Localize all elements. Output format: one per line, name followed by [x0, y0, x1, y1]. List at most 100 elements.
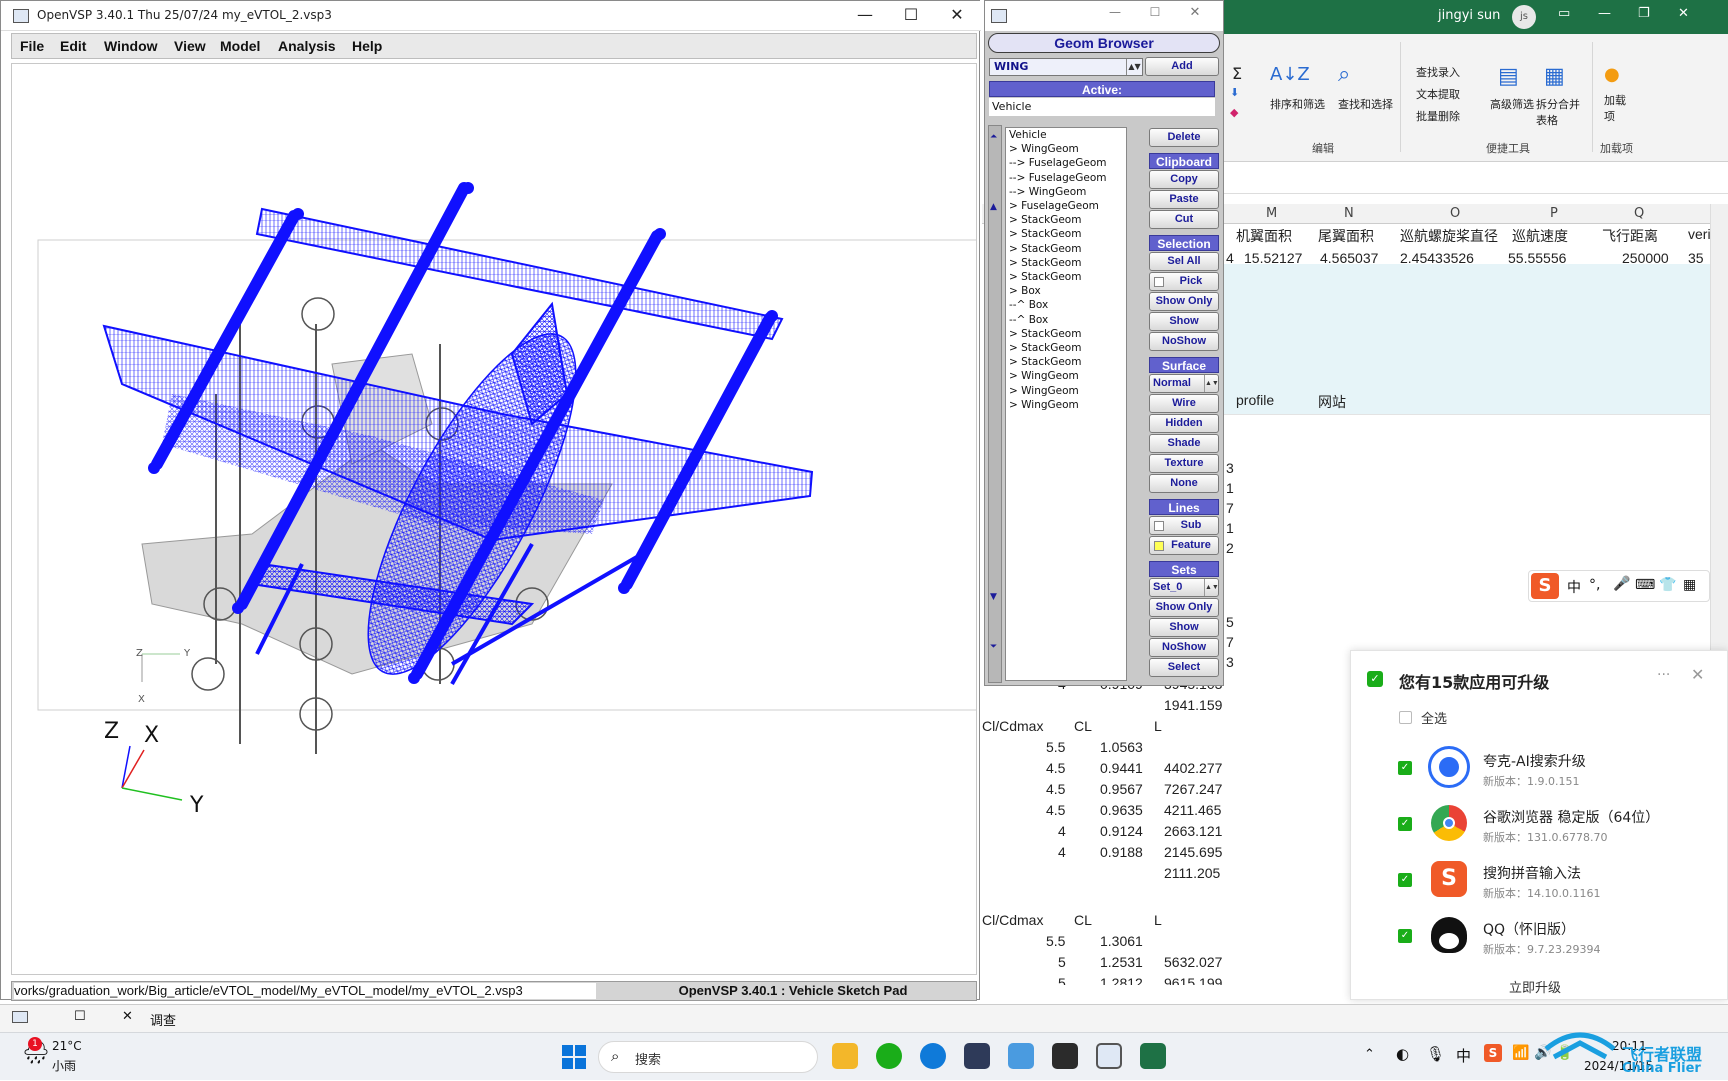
cell[interactable]: 4.565037: [1320, 250, 1378, 266]
tree-item[interactable]: --> WingGeom: [1006, 185, 1126, 199]
menu-view[interactable]: View: [174, 38, 206, 54]
sheet-tab[interactable]: 调查: [150, 1010, 176, 1029]
cell[interactable]: L: [1154, 912, 1162, 928]
cell[interactable]: 0.9188: [1100, 844, 1143, 860]
tree-scrollbar[interactable]: ⏶ ▲ ▼ ⏷: [988, 125, 1002, 683]
cell[interactable]: 2: [1226, 540, 1234, 556]
window-titlebar[interactable]: OpenVSP 3.40.1 Thu 25/07/24 my_eVTOL_2.v…: [1, 1, 981, 31]
select-all-button[interactable]: Sel All: [1149, 252, 1219, 271]
set-show-only-button[interactable]: Show Only: [1149, 598, 1219, 617]
column-header[interactable]: Q: [1634, 206, 1644, 221]
show-button[interactable]: Show: [1149, 312, 1219, 331]
find-select-button[interactable]: 查找和选择: [1338, 96, 1393, 112]
tree-item[interactable]: --^ Box: [1006, 298, 1126, 312]
tree-item[interactable]: > StackGeom: [1006, 341, 1126, 355]
tree-item[interactable]: > WingGeom: [1006, 142, 1126, 156]
ribbon-display-icon[interactable]: ▭: [1558, 6, 1570, 21]
cell[interactable]: 0.9441: [1100, 760, 1143, 776]
close-icon[interactable]: ✕: [1691, 665, 1704, 684]
cell[interactable]: veri: [1688, 226, 1711, 242]
ime-mode[interactable]: 中: [1567, 577, 1581, 597]
tree-item[interactable]: > WingGeom: [1006, 369, 1126, 383]
set-select[interactable]: Set_0 ▲▼: [1149, 578, 1219, 597]
addin-button[interactable]: 加载项: [1604, 92, 1634, 124]
skin-icon[interactable]: 👕: [1659, 577, 1676, 593]
split-merge-button[interactable]: 拆分合并表格: [1536, 96, 1586, 128]
file-explorer-icon[interactable]: [832, 1043, 858, 1069]
cell[interactable]: 0.9124: [1100, 823, 1143, 839]
minimize-icon[interactable]: —: [1598, 6, 1611, 21]
autosum-button[interactable]: Σ: [1232, 64, 1242, 83]
cell[interactable]: 35: [1688, 250, 1704, 266]
cell[interactable]: 1941.159: [1164, 697, 1222, 713]
cell[interactable]: 5: [1226, 614, 1234, 630]
cell[interactable]: 2145.695: [1164, 844, 1222, 860]
item-checkbox[interactable]: ✓: [1398, 761, 1412, 775]
thumb-close-icon[interactable]: ✕: [122, 1009, 133, 1024]
pick-toggle[interactable]: Pick: [1149, 272, 1219, 291]
cell[interactable]: 1.3061: [1100, 933, 1143, 949]
item-checkbox[interactable]: ✓: [1398, 929, 1412, 943]
cell[interactable]: 1.0563: [1100, 739, 1143, 755]
cell[interactable]: 4: [1058, 844, 1066, 860]
geom-tree[interactable]: Vehicle > WingGeom --> FuselageGeom --> …: [1005, 127, 1127, 681]
menu-window[interactable]: Window: [104, 38, 158, 54]
cell[interactable]: 5.5: [1046, 739, 1065, 755]
item-checkbox[interactable]: ✓: [1398, 817, 1412, 831]
cell[interactable]: 巡航速度: [1512, 226, 1568, 246]
show-only-button[interactable]: Show Only: [1149, 292, 1219, 311]
tree-item[interactable]: > StackGeom: [1006, 227, 1126, 241]
restore-icon[interactable]: ❐: [1638, 6, 1650, 21]
excel-icon[interactable]: [1140, 1043, 1166, 1069]
cell[interactable]: L: [1154, 718, 1162, 734]
feature-toggle[interactable]: Feature: [1149, 536, 1219, 555]
cell[interactable]: 1.2531: [1100, 954, 1143, 970]
edge-icon[interactable]: [920, 1043, 946, 1069]
cell[interactable]: 网站: [1318, 392, 1346, 412]
advanced-filter-button[interactable]: 高级筛选: [1490, 96, 1534, 112]
lookup-entry-button[interactable]: 查找录入: [1416, 64, 1460, 80]
cell[interactable]: 5: [1058, 975, 1066, 985]
upgrade-now-button[interactable]: 立即升级: [1509, 977, 1561, 996]
column-header[interactable]: M: [1266, 206, 1277, 221]
notepad-icon[interactable]: [1008, 1043, 1034, 1069]
add-button[interactable]: Add: [1145, 57, 1219, 76]
select-all-checkbox[interactable]: [1399, 711, 1412, 724]
scroll-up-icon[interactable]: ▲: [990, 202, 997, 212]
tree-item[interactable]: Vehicle: [1006, 128, 1126, 142]
copy-button[interactable]: Copy: [1149, 170, 1219, 189]
cell[interactable]: 2.45433526: [1400, 250, 1474, 266]
terminal-icon[interactable]: [1052, 1043, 1078, 1069]
formula-bar[interactable]: [1220, 162, 1728, 194]
sort-filter-button[interactable]: 排序和筛选: [1270, 96, 1334, 112]
cell[interactable]: 5.5: [1046, 933, 1065, 949]
maximize-icon[interactable]: ☐: [1141, 5, 1169, 19]
ime-toolbar[interactable]: S 中 °, 🎤 ⌨ 👕 ▦: [1528, 570, 1710, 602]
cell[interactable]: 250000: [1622, 250, 1669, 266]
ime-indicator[interactable]: 中: [1456, 1045, 1471, 1066]
geom-browser-titlebar[interactable]: — ☐ ✕: [985, 1, 1223, 31]
set-noshow-button[interactable]: NoShow: [1149, 638, 1219, 657]
cell[interactable]: 4: [1226, 250, 1234, 266]
tree-item[interactable]: > Box: [1006, 284, 1126, 298]
menu-model[interactable]: Model: [220, 38, 260, 54]
tree-item[interactable]: > StackGeom: [1006, 327, 1126, 341]
tree-item[interactable]: --^ Box: [1006, 313, 1126, 327]
thumb-maximize-icon[interactable]: ☐: [74, 1009, 86, 1024]
cell[interactable]: Cl/Cdmax: [982, 718, 1043, 734]
wifi-icon[interactable]: 📶: [1512, 1045, 1529, 1061]
minimize-icon[interactable]: —: [1101, 5, 1129, 19]
column-header[interactable]: O: [1450, 206, 1460, 221]
paste-button[interactable]: Paste: [1149, 190, 1219, 209]
text-extract-button[interactable]: 文本提取: [1416, 86, 1460, 102]
cell[interactable]: Cl/Cdmax: [982, 912, 1043, 928]
taskbar-search[interactable]: ⌕ 搜索: [598, 1041, 818, 1073]
batch-delete-button[interactable]: 批量删除: [1416, 108, 1460, 124]
cell[interactable]: 尾翼面积: [1318, 226, 1374, 246]
cell[interactable]: 1.2812: [1100, 975, 1143, 985]
cell[interactable]: 15.52127: [1244, 250, 1302, 266]
cell[interactable]: 机翼面积: [1236, 226, 1292, 246]
toolbox-icon[interactable]: ▦: [1683, 577, 1696, 593]
texture-button[interactable]: Texture: [1149, 454, 1219, 473]
tray-overflow-icon[interactable]: ⌃: [1364, 1047, 1375, 1062]
